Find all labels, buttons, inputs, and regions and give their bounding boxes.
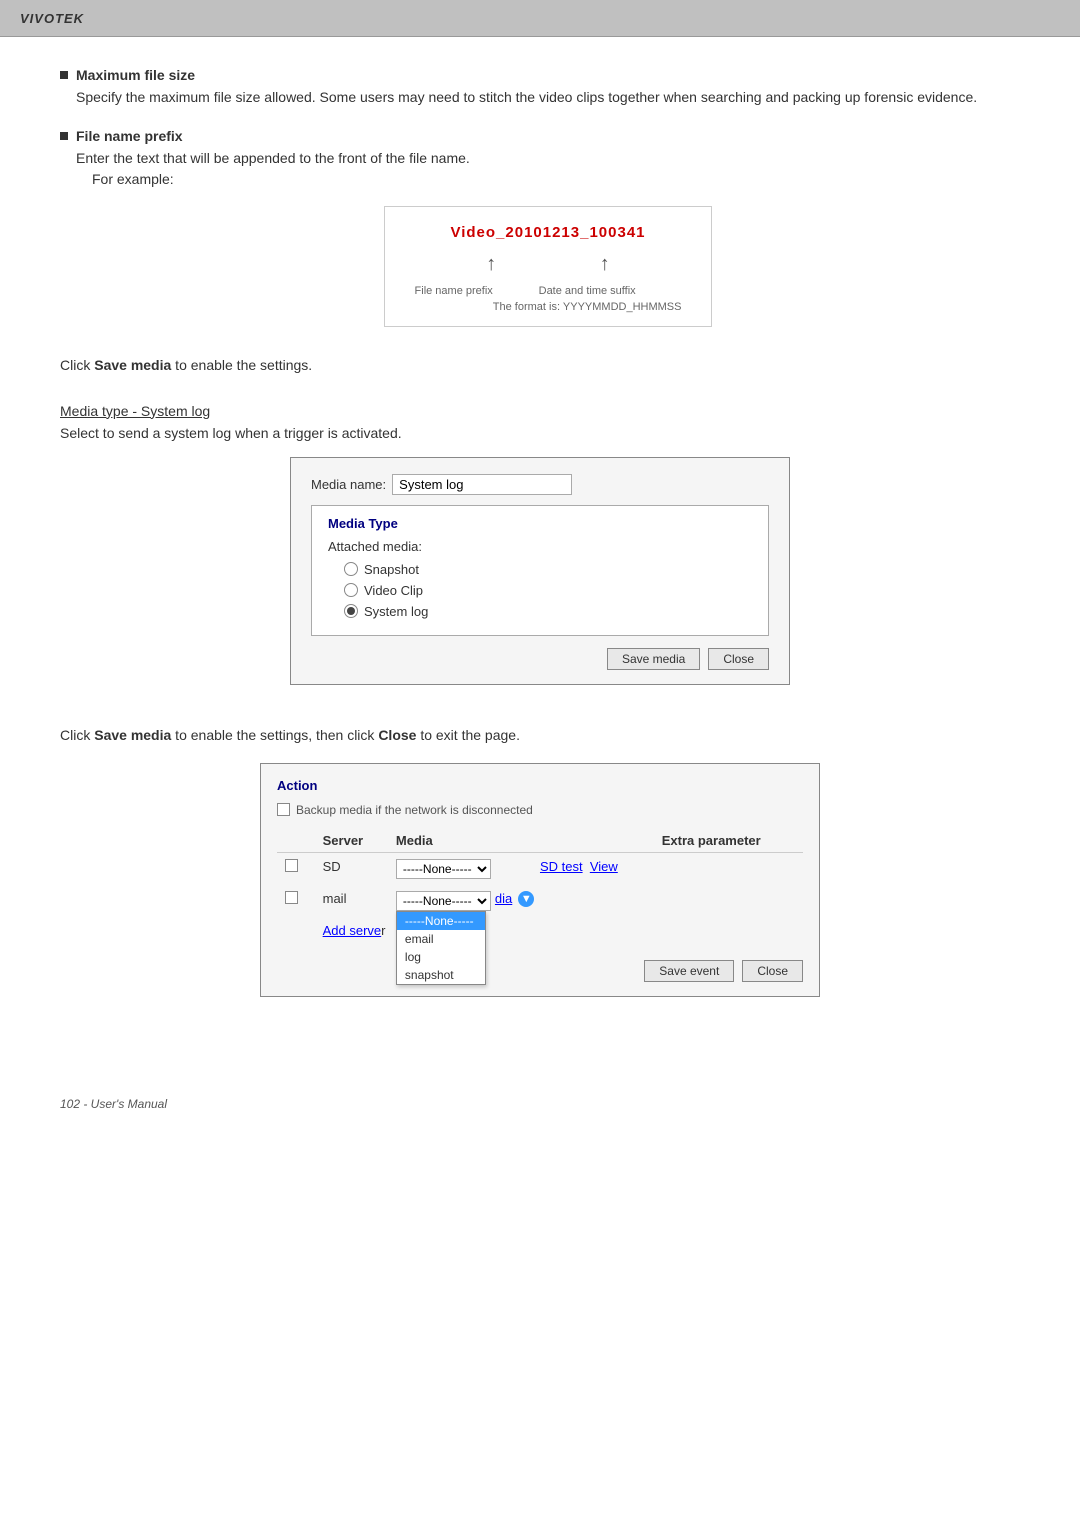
page-header: VIVOTEK [0,0,1080,37]
bullet1-title: Maximum file size [76,67,195,83]
th-media: Media [388,829,654,853]
table-row: mail -----None----- -----None----- [277,885,803,917]
checkbox-mail[interactable] [285,891,298,904]
radio-circle-videoclip [344,583,358,597]
th-extra: Extra parameter [654,829,803,853]
td-extra-sd [654,852,803,885]
media-select-mail[interactable]: -----None----- [396,891,491,911]
save-event-button[interactable]: Save event [644,960,734,982]
bullet-item-max-file-size: Maximum file size Specify the maximum fi… [60,67,1020,108]
filename-example-text: Video_20101213_100341 [405,222,692,245]
backup-checkbox[interactable] [277,803,290,816]
close-bold: Close [378,727,416,743]
backup-label: Backup media if the network is disconnec… [296,803,533,817]
media-type-title: Media Type [328,516,752,531]
th-server: Server [315,829,388,853]
section2: Media type - System log Select to send a… [60,403,1020,715]
filename-example-box: Video_20101213_100341 ↑ ↑ File name pref… [384,206,713,327]
td-extra-mail [654,885,803,917]
bullet-icon-2 [60,132,68,140]
media-name-input[interactable] [392,474,572,495]
td-check-add [277,917,315,944]
section2-desc: Select to send a system log when a trigg… [60,425,1020,441]
media-dropdown-mail-wrapper: -----None----- -----None----- email log … [396,891,491,911]
td-add-server: Add server [315,917,803,944]
bullet1-desc: Specify the maximum file size allowed. S… [76,87,1020,108]
td-media-mail: -----None----- -----None----- email log … [388,885,654,917]
action-title: Action [277,778,803,793]
radio-dot-systemlog [347,607,355,615]
td-links-sd: SD test View [532,852,654,885]
td-check-mail [277,885,315,917]
bullet2-title: File name prefix [76,128,183,144]
action-table: Server Media Extra parameter SD [277,829,803,944]
radio-label-videoclip: Video Clip [364,583,423,598]
main-content: Maximum file size Specify the maximum fi… [0,37,1080,1027]
table-row: SD -----None----- SD test View [277,852,803,885]
radio-label-systemlog: System log [364,604,428,619]
dropdown-item-snapshot[interactable]: snapshot [397,966,485,984]
media-name-label: Media name: [311,477,386,492]
bullet-icon [60,71,68,79]
radio-label-snapshot: Snapshot [364,562,419,577]
save-media-bold2: Save media [94,727,171,743]
td-server-mail: mail [315,885,388,917]
backup-checkbox-row: Backup media if the network is disconnec… [277,803,803,817]
dropdown-open-mail: -----None----- email log snapshot [396,911,486,985]
media-name-row: Media name: [311,474,769,495]
for-example-label: For example: [92,169,1020,190]
radio-circle-systemlog [344,604,358,618]
td-server-sd: SD [315,852,388,885]
brand-logo: VIVOTEK [20,11,84,26]
view-link[interactable]: View [590,859,618,874]
checkbox-sd[interactable] [285,859,298,872]
close-dialog-button[interactable]: Close [708,648,769,670]
table-header-row: Server Media Extra parameter [277,829,803,853]
page-footer: 102 - User's Manual [0,1087,1080,1121]
media-dialog-box: Media name: Media Type Attached media: S… [290,457,790,685]
radio-circle-snapshot [344,562,358,576]
footer-text: 102 - User's Manual [60,1097,167,1111]
radio-videoclip[interactable]: Video Clip [344,583,752,598]
th-check [277,829,315,853]
dialog-footer: Save media Close [311,648,769,670]
save-media-line1: Click Save media to enable the settings. [60,357,1020,373]
action-footer: Save event Close [277,960,803,982]
radio-systemlog[interactable]: System log [344,604,752,619]
radio-snapshot[interactable]: Snapshot [344,562,752,577]
save-media-bold1: Save media [94,357,171,373]
arrow-up-left: ↑ [486,249,496,279]
add-server-link[interactable]: Add serve [323,923,382,938]
media-select-sd[interactable]: -----None----- [396,859,491,879]
dropdown-item-none[interactable]: -----None----- [397,912,485,930]
close-action-button[interactable]: Close [742,960,803,982]
dropdown-item-email[interactable]: email [397,930,485,948]
td-media-sd: -----None----- [388,852,532,885]
td-check-sd [277,852,315,885]
info-icon: ▼ [518,891,534,907]
dropdown-item-log[interactable]: log [397,948,485,966]
attached-media-label: Attached media: [328,539,752,554]
action-box: Action Backup media if the network is di… [260,763,820,997]
filename-label-left: File name prefix [415,285,493,297]
table-row-add-server: Add server [277,917,803,944]
save-media-button[interactable]: Save media [607,648,700,670]
sd-test-link[interactable]: SD test [540,859,583,874]
bullet2-desc: Enter the text that will be appended to … [76,148,1020,169]
bullet-item-file-name-prefix: File name prefix Enter the text that wil… [60,128,1020,337]
media-dia-link[interactable]: dia [495,891,512,906]
save-media-line2: Click Save media to enable the settings,… [60,727,1020,743]
section2-heading: Media type - System log [60,403,1020,419]
filename-label-right: Date and time suffixThe format is: YYYYM… [493,285,682,314]
media-type-box: Media Type Attached media: Snapshot Vide… [311,505,769,636]
arrow-up-right: ↑ [600,249,610,279]
